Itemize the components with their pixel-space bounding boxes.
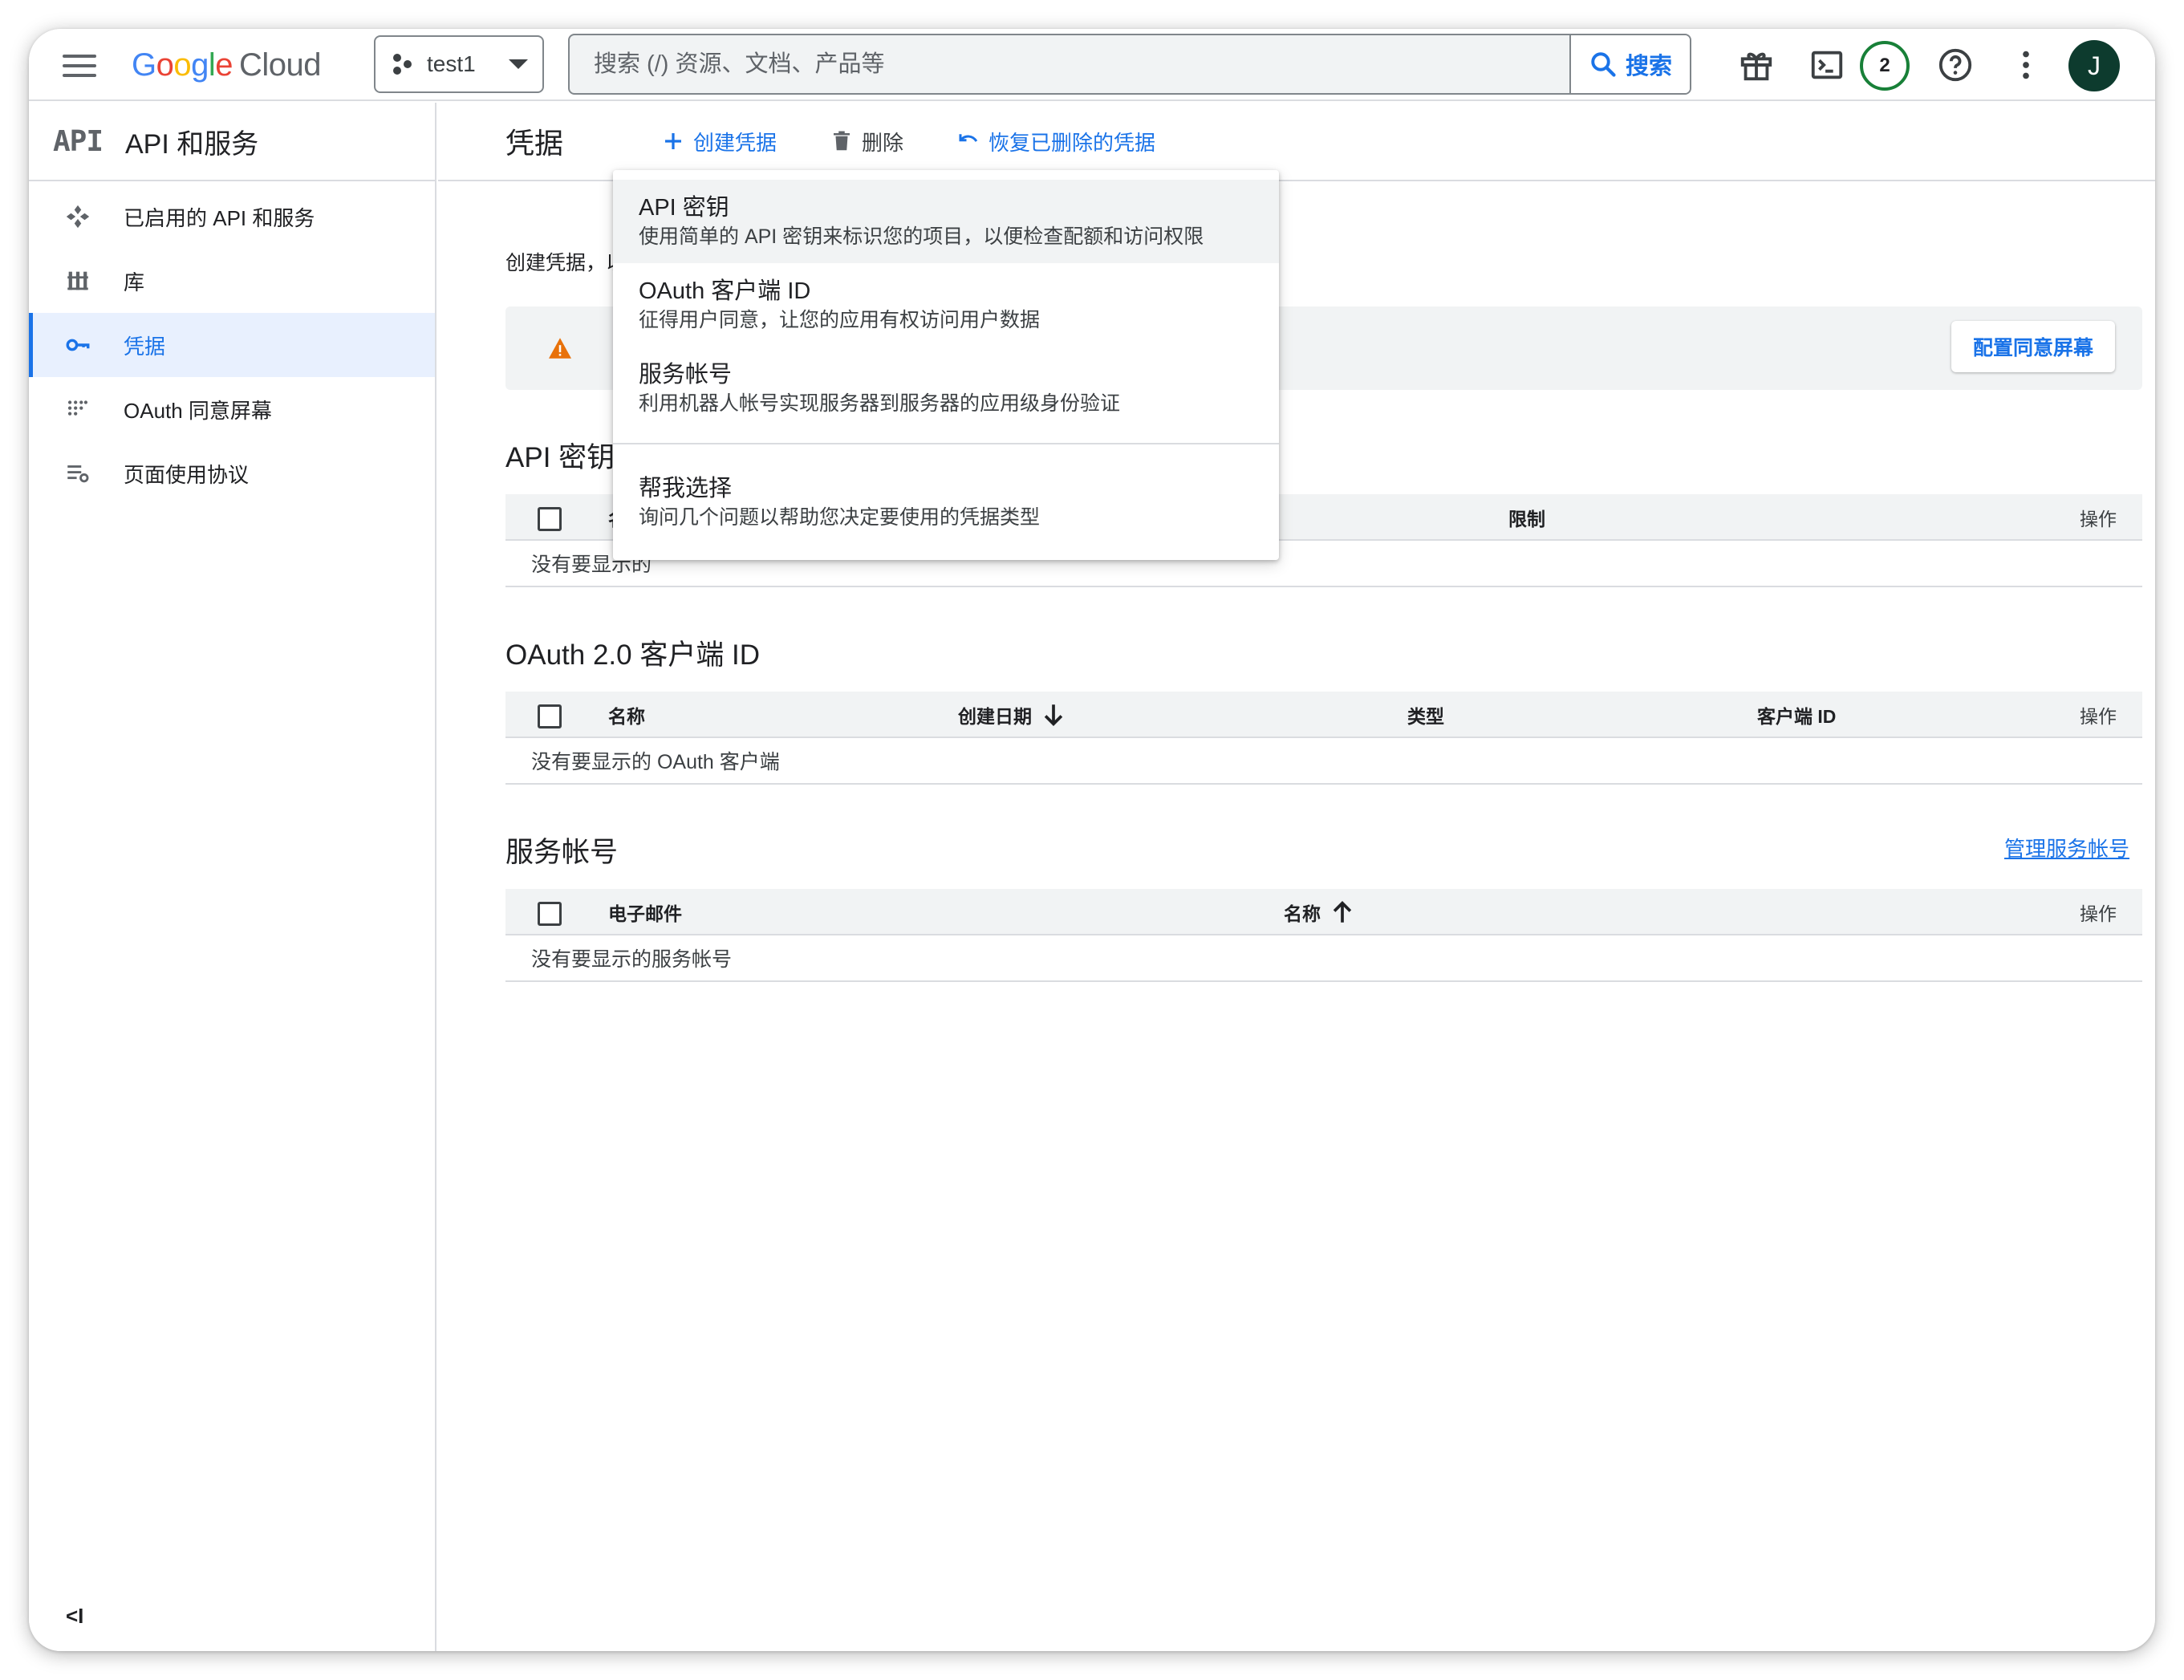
sidebar-item-label: 页面使用协议 [124,462,250,487]
menu-item-title: OAuth 客户端 ID [639,278,811,304]
app-window: Google Cloud test1 搜索 (/) 资源、文档、产品等 搜索 2… [29,29,2155,1651]
delete-button[interactable]: 删除 [830,127,903,156]
search-icon [1591,52,1616,77]
sidebar-item-label: 已启用的 API 和服务 [124,205,315,230]
column-actions: 操作 [2080,706,2117,727]
api-logo: API [53,124,104,158]
menu-item-description: 利用机器人帐号实现服务器到服务器的应用级身份验证 [639,392,1121,415]
column-name[interactable]: 名称 [608,692,645,738]
sidebar-item-label: 库 [124,270,145,294]
gift-icon[interactable] [1738,47,1775,83]
restore-deleted-button[interactable]: 恢复已删除的凭据 [956,127,1155,156]
main-menu-icon[interactable] [63,51,96,79]
menu-item-title: 服务帐号 [639,362,733,388]
service-accounts-table: 电子邮件 名称 操作 没有要显示的服务帐号 [505,889,2142,982]
api-keys-title: API 密钥 [505,442,615,473]
menu-item-description: 询问几个问题以帮助您决定要使用的凭据类型 [639,506,1041,529]
column-client-id[interactable]: 客户端 ID [1757,692,1836,738]
collapse-sidebar-icon[interactable]: <I [66,1604,83,1629]
sidebar-nav: 已启用的 API 和服务 库 凭据 OAuth 同意屏幕 页面使用协议 [29,181,435,505]
trash-icon [834,131,850,151]
sidebar-title: API 和服务 [125,128,259,160]
oauth-clients-title: OAuth 2.0 客户端 ID [505,639,761,671]
search-button[interactable]: 搜索 [1569,35,1690,93]
plus-icon [665,133,681,149]
restore-deleted-label: 恢复已删除的凭据 [988,130,1156,155]
menu-item-api-key[interactable]: API 密钥 使用简单的 API 密钥来标识您的项目，以便检查配额和访问权限 [613,180,1279,263]
project-picker[interactable]: test1 [374,35,544,93]
menu-divider [613,443,1279,444]
column-email[interactable]: 电子邮件 [608,889,682,935]
service-accounts-title: 服务帐号 [505,837,619,868]
sidebar-item-enabled-apis[interactable]: 已启用的 API 和服务 [29,185,435,249]
sidebar-header: API API 和服务 [29,103,435,181]
column-created-date-label: 创建日期 [958,706,1032,727]
column-name[interactable]: 名称 [1284,889,1356,935]
configure-consent-button[interactable]: 配置同意屏幕 [1951,321,2115,372]
arrow-up-icon [1333,901,1352,923]
arrow-down-icon [1044,704,1063,726]
create-credentials-label: 创建凭据 [693,130,777,155]
menu-item-description: 使用简单的 API 密钥来标识您的项目，以便检查配额和访问权限 [639,225,1204,248]
column-type[interactable]: 类型 [1407,692,1444,738]
api-services-icon [64,203,91,230]
select-all-checkbox[interactable] [538,704,562,728]
page-agreement-icon [64,460,91,487]
search-input[interactable] [570,35,1569,93]
delete-label: 删除 [862,130,904,155]
sidebar: API API 和服务 已启用的 API 和服务 库 凭据 OAuth 同意屏幕… [29,103,436,1651]
menu-item-description: 征得用户同意，让您的应用有权访问用户数据 [639,309,1041,331]
library-icon [64,267,91,294]
select-all-checkbox[interactable] [538,902,562,926]
cloud-shell-icon[interactable] [1808,47,1845,83]
key-icon [64,331,91,359]
menu-item-title: API 密钥 [639,195,729,221]
manage-service-accounts-link[interactable]: 管理服务帐号 [2004,833,2129,862]
column-actions: 操作 [2080,509,2117,530]
column-name-label: 名称 [1284,903,1321,924]
sidebar-item-page-agreement[interactable]: 页面使用协议 [29,441,435,505]
sidebar-item-label: OAuth 同意屏幕 [124,398,272,423]
page-title: 凭据 [505,127,564,160]
sidebar-item-oauth-consent[interactable]: OAuth 同意屏幕 [29,377,435,441]
menu-item-title: 帮我选择 [639,476,733,501]
empty-message: 没有要显示的 OAuth 客户端 [505,738,2142,785]
notifications-badge[interactable]: 2 [1860,41,1910,91]
menu-item-service-account[interactable]: 服务帐号 利用机器人帐号实现服务器到服务器的应用级身份验证 [613,347,1279,430]
google-cloud-logo[interactable]: Google Cloud [132,45,322,85]
more-vert-icon[interactable] [2007,47,2044,83]
select-all-checkbox[interactable] [538,507,562,531]
menu-item-oauth-client-id[interactable]: OAuth 客户端 ID 征得用户同意，让您的应用有权访问用户数据 [613,263,1279,347]
menu-item-help-me-choose[interactable]: 帮我选择 询问几个问题以帮助您决定要使用的凭据类型 [613,461,1279,544]
create-credentials-button[interactable]: 创建凭据 [661,127,777,156]
warning-icon [549,338,571,359]
project-name: test1 [427,51,476,76]
create-credentials-menu: API 密钥 使用简单的 API 密钥来标识您的项目，以便检查配额和访问权限 O… [613,170,1279,560]
avatar[interactable]: J [2068,40,2120,91]
sidebar-item-library[interactable]: 库 [29,249,435,313]
help-icon[interactable] [1937,47,1974,83]
table-header: 电子邮件 名称 操作 [505,889,2142,935]
column-actions: 操作 [2080,903,2117,924]
oauth-clients-table: 名称 创建日期 类型 客户端 ID 操作 没有要显示的 OAuth 客户端 [505,692,2142,785]
sidebar-item-credentials[interactable]: 凭据 [29,313,435,377]
chevron-down-icon [509,59,528,69]
project-icon [393,54,412,75]
table-header: 名称 创建日期 类型 客户端 ID 操作 [505,692,2142,738]
column-restrictions: 限制 [1508,509,1545,530]
top-bar: Google Cloud test1 搜索 (/) 资源、文档、产品等 搜索 2… [29,29,2155,101]
oauth-consent-icon [64,396,91,423]
empty-message: 没有要显示的服务帐号 [505,935,2142,982]
search-bar: 搜索 [568,34,1691,95]
undo-icon [959,134,978,142]
search-button-label: 搜索 [1625,54,1672,79]
column-created-date[interactable]: 创建日期 [958,692,1067,738]
sidebar-item-label: 凭据 [124,334,166,359]
